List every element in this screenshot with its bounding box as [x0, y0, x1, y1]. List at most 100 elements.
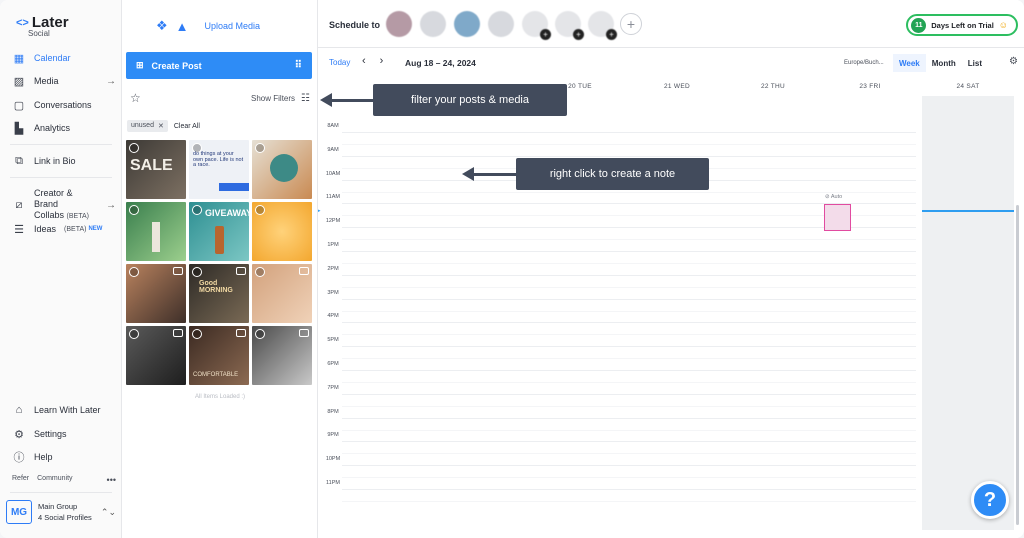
select-check-icon[interactable] [192, 329, 202, 339]
select-check-icon[interactable] [129, 205, 139, 215]
view-list-button[interactable]: List [962, 54, 988, 72]
dropbox-icon[interactable]: ❖ [156, 18, 168, 34]
media-thumb[interactable] [252, 140, 312, 199]
select-check-icon[interactable] [192, 205, 202, 215]
filter-callout: filter your posts & media [373, 84, 567, 116]
media-thumb[interactable] [252, 202, 312, 261]
sidebar-item-settings[interactable]: ⚙ Settings [12, 427, 116, 441]
close-icon[interactable]: ✕ [158, 122, 164, 130]
avatar: MG [6, 500, 32, 524]
book-icon: ⌂ [15, 404, 23, 416]
timezone-select[interactable]: Europe/Buch... [844, 60, 884, 66]
hour-label: 3PM [327, 289, 339, 296]
show-filters-button[interactable]: Show Filters [251, 94, 295, 103]
select-check-icon[interactable] [255, 143, 265, 153]
half-hour-line [342, 143, 916, 145]
media-thumb[interactable] [126, 202, 186, 261]
community-link[interactable]: Community [37, 475, 72, 485]
hour-label: 5PM [327, 337, 339, 344]
arrow-right-icon: → [106, 199, 116, 211]
refer-link[interactable]: Refer [12, 475, 29, 485]
sidebar-item-help[interactable]: ⓘ Help [12, 450, 116, 464]
refer-row: Refer Community ••• [12, 475, 116, 485]
half-hour-line [342, 286, 916, 288]
media-thumb[interactable] [126, 264, 186, 323]
select-check-icon[interactable] [129, 143, 139, 153]
add-profile-button[interactable]: + [620, 13, 642, 35]
sidebar-item-media[interactable]: ▨ Media → [12, 74, 116, 88]
video-icon [173, 329, 183, 337]
chevron-right-icon[interactable]: › [380, 55, 384, 67]
media-thumb[interactable]: GIVEAWAY [189, 202, 249, 261]
sidebar-item-conversations[interactable]: ▢ Conversations [12, 98, 116, 112]
later-logo[interactable]: <> Later Social [16, 14, 69, 38]
half-hour-line [342, 453, 916, 455]
select-check-icon[interactable] [255, 267, 265, 277]
more-icon[interactable]: ••• [107, 475, 116, 485]
scheduled-post[interactable] [824, 204, 851, 231]
video-icon [236, 267, 246, 275]
profile-avatar[interactable] [386, 11, 412, 37]
sidebar-item-ideas[interactable]: ☰ Ideas (BETA) NEW [12, 222, 116, 236]
media-thumb[interactable] [126, 326, 186, 385]
smile-icon: ☺ [998, 20, 1008, 30]
media-thumb[interactable]: SALE [126, 140, 186, 199]
sidebar-item-link-in-bio[interactable]: ⧉ Link in Bio [12, 154, 116, 168]
active-filters: unused ✕ Clear All [127, 120, 200, 132]
media-panel: ❖ ▲ Upload Media ⊞ Create Post ⠿ ☆ Show … [122, 0, 318, 538]
sidebar-item-calendar[interactable]: ▦ Calendar [12, 51, 116, 65]
media-thumb[interactable]: Good MORNING [189, 264, 249, 323]
sidebar-item-analytics[interactable]: ▙ Analytics [12, 121, 116, 135]
create-post-button[interactable]: ⊞ Create Post ⠿ [126, 52, 312, 79]
add-twitter-profile[interactable]: + [522, 11, 551, 40]
google-drive-icon[interactable]: ▲ [176, 19, 189, 34]
select-check-icon[interactable] [129, 329, 139, 339]
drag-handle-icon[interactable]: ⠿ [295, 60, 302, 71]
media-thumb[interactable] [252, 326, 312, 385]
sidebar-item-collabs[interactable]: ⧄ Creator & Brand Collabs (BETA) → [12, 188, 117, 222]
add-linkedin-profile[interactable]: + [555, 11, 584, 40]
gear-icon: ⚙ [14, 428, 24, 441]
date-range: Aug 18 – 24, 2024 [405, 58, 476, 68]
select-check-icon[interactable] [255, 329, 265, 339]
sidebar: <> Later Social ▦ Calendar ▨ Media → ▢ Co… [0, 0, 122, 538]
group-switcher[interactable]: MG Main Group 4 Social Profiles ⌃⌄ [6, 500, 116, 524]
profile-avatar[interactable] [454, 11, 480, 37]
saturday-column[interactable] [922, 96, 1014, 530]
view-month-button[interactable]: Month [926, 54, 962, 72]
hour-line [342, 132, 916, 133]
half-hour-line [342, 477, 916, 479]
media-thumb[interactable]: COMFORTABLE [189, 326, 249, 385]
auto-tag: ⊘ Auto [825, 194, 843, 200]
select-check-icon[interactable] [129, 267, 139, 277]
hour-label: 11AM [326, 194, 340, 201]
clear-all-button[interactable]: Clear All [174, 123, 200, 130]
media-thumb[interactable]: do things at your own pace. Life is not … [189, 140, 249, 199]
filter-chip-unused[interactable]: unused ✕ [127, 120, 168, 132]
help-chat-button[interactable]: ? [971, 481, 1009, 519]
filter-sliders-icon[interactable]: ☷ [301, 93, 310, 104]
hour-label: 9PM [327, 432, 339, 439]
calendar-settings-icon[interactable]: ⚙ [1009, 56, 1018, 67]
arrow-right-icon: → [106, 75, 116, 87]
media-thumb[interactable] [252, 264, 312, 323]
chevron-left-icon[interactable]: ‹ [362, 55, 366, 67]
hour-line [342, 251, 916, 252]
profile-avatar[interactable] [488, 11, 514, 37]
upload-media-button[interactable]: Upload Media [205, 21, 261, 31]
upload-row: ❖ ▲ Upload Media [156, 18, 260, 34]
calendar-scrollbar[interactable] [1016, 205, 1019, 525]
select-check-icon[interactable] [255, 205, 265, 215]
half-hour-line [342, 310, 916, 312]
sidebar-item-learn[interactable]: ⌂ Learn With Later [12, 403, 116, 417]
today-button[interactable]: Today [329, 58, 350, 67]
profile-avatar[interactable] [420, 11, 446, 37]
image-icon: ▨ [13, 75, 25, 88]
star-icon[interactable]: ☆ [130, 91, 141, 105]
collab-icon: ⧄ [15, 198, 23, 211]
view-switcher: Week Month List [893, 54, 988, 72]
trial-badge[interactable]: 11 Days Left on Trial ☺ [906, 14, 1018, 36]
select-check-icon[interactable] [192, 267, 202, 277]
add-youtube-profile[interactable]: + [588, 11, 617, 40]
view-week-button[interactable]: Week [893, 54, 926, 72]
